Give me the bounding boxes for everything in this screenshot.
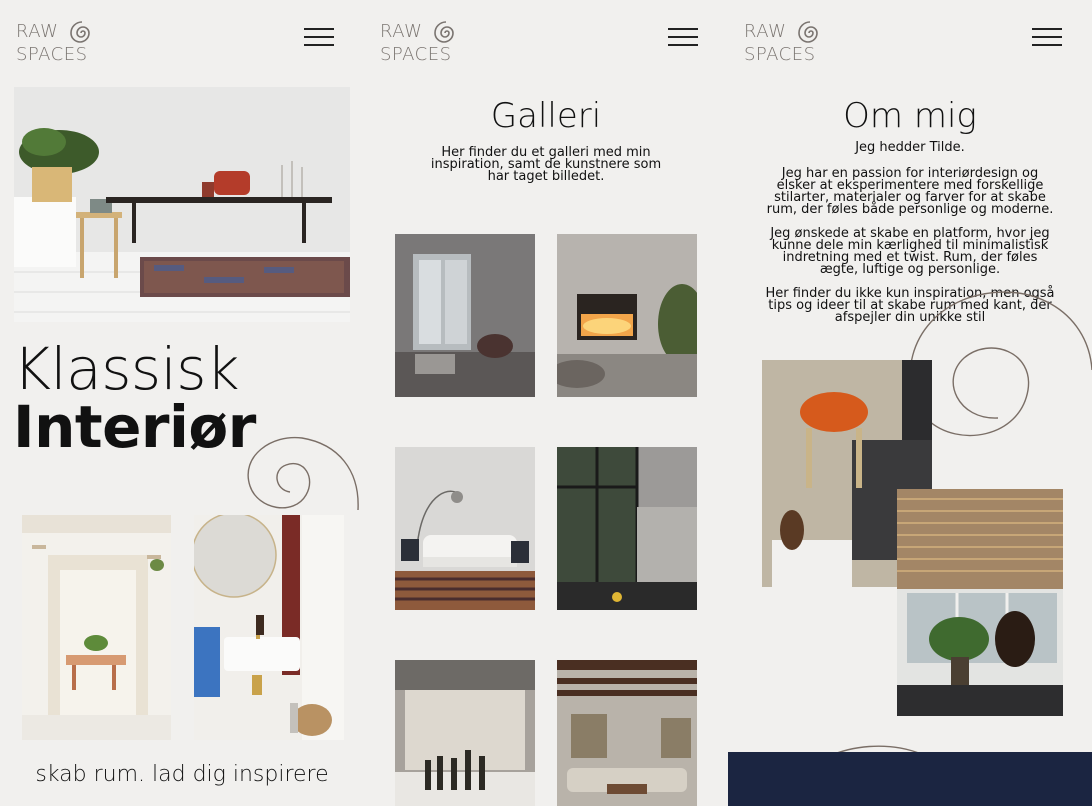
gallery-intro: Her finder du et galleri med min inspira…	[404, 146, 688, 184]
about-paragraph-2: Jeg ønskede at skabe en platform, hvor j…	[748, 227, 1072, 277]
logo[interactable]: RAW SPACES	[16, 20, 90, 66]
hero-headline-bold: Interiør	[13, 393, 256, 461]
gallery-title: Galleri	[490, 96, 602, 136]
spiral-logo-icon	[70, 21, 90, 43]
about-paragraph-1: Jeg har en passion for interiørdesign og…	[748, 167, 1072, 217]
photo-doorway-dining	[22, 515, 171, 740]
logo[interactable]: RAW SPACES	[744, 20, 818, 66]
gallery-photo-beamed-living[interactable]	[557, 660, 697, 806]
about-greeting: Jeg hedder Tilde.	[855, 140, 965, 155]
gallery-photo-wine-bottles[interactable]	[395, 660, 535, 806]
photo-window-plant-vase	[897, 489, 1063, 716]
hamburger-menu-icon[interactable]	[1032, 28, 1062, 46]
photo-bathroom-sink	[194, 515, 344, 740]
about-paragraph-line: afspejler din unikke stil	[834, 310, 986, 325]
hamburger-menu-icon[interactable]	[668, 28, 698, 46]
gallery-photo-white-sofa[interactable]	[395, 447, 535, 610]
logo[interactable]: RAW SPACES	[380, 20, 454, 66]
hamburger-menu-icon[interactable]	[304, 28, 334, 46]
spiral-logo-icon	[798, 21, 818, 43]
hero-photo-living-room	[14, 87, 350, 322]
logo-text-line2: SPACES	[16, 44, 88, 65]
hero-headline: Klassisk Interiør	[13, 340, 256, 456]
gallery-photo-big-window[interactable]	[557, 447, 697, 610]
gallery-photo-window-room[interactable]	[395, 234, 535, 397]
about-paragraph-3: Her finder du ikke kun inspiration, men …	[748, 287, 1072, 325]
logo-text-line2: SPACES	[380, 44, 452, 65]
tagline: skab rum. lad dig inspirere	[35, 762, 329, 787]
about-paragraph-line: rum, der føles både personlige og modern…	[766, 202, 1054, 217]
about-paragraph-line: ægte, luftige og personlige.	[819, 262, 1001, 277]
gallery-intro-line: har taget billedet.	[487, 169, 605, 184]
gallery-screen: RAW SPACES Galleri Her finder du et gall…	[364, 0, 728, 806]
home-screen: RAW SPACES Klassisk Interiør skab rum. l…	[0, 0, 364, 806]
spiral-logo-icon	[434, 21, 454, 43]
about-title: Om mig	[843, 96, 977, 136]
about-screen: RAW SPACES Om mig Jeg hedder Tilde. Jeg …	[728, 0, 1092, 806]
footer-navy-block	[728, 752, 1092, 806]
logo-text-line2: SPACES	[744, 44, 816, 65]
gallery-photo-fireplace[interactable]	[557, 234, 697, 397]
